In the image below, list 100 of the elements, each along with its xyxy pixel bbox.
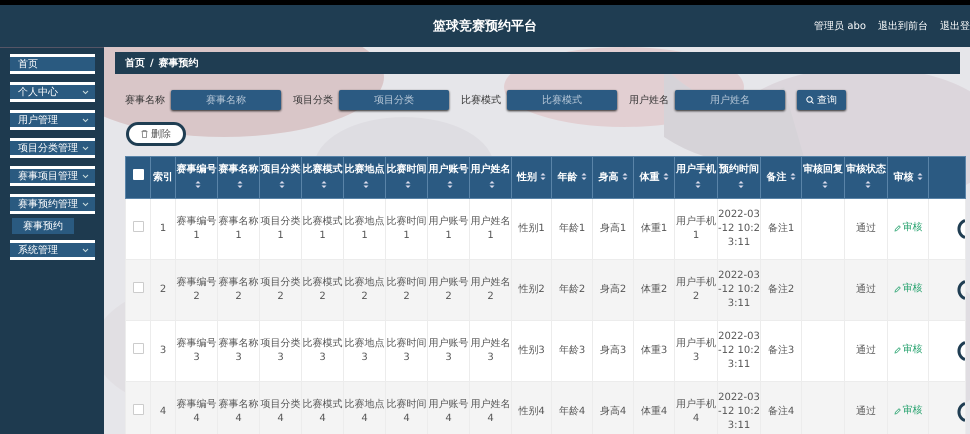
sort-icon[interactable] [580, 172, 586, 182]
table-cell: 身高4 [600, 405, 626, 419]
header-cell[interactable]: 比赛地点 [344, 156, 386, 198]
sidebar-subitem[interactable]: 赛事预约 [12, 218, 74, 234]
sidebar-item[interactable]: 赛事项目管理 [10, 166, 95, 186]
header-cell[interactable]: 用户手机 [674, 156, 718, 198]
sidebar-item[interactable]: 赛事预约管理 [10, 194, 95, 214]
table-cell: 赛事名称3 [218, 337, 259, 365]
header-link[interactable]: 管理员 abo [814, 19, 866, 33]
search-field[interactable]: 赛事名称 [171, 90, 281, 110]
sidebar-item[interactable]: 用户管理 [10, 110, 95, 130]
sort-icon[interactable] [237, 180, 243, 190]
table-cell: 赛事名称4 [218, 398, 259, 426]
checkbox[interactable] [132, 404, 144, 415]
table-cell: 年龄4 [558, 405, 586, 419]
table-cell: 备注2 [768, 283, 794, 297]
sort-icon[interactable] [790, 172, 796, 182]
header-cell[interactable]: 赛事名称 [218, 156, 260, 198]
header-link[interactable]: 退出到前台 [878, 19, 928, 33]
sort-icon[interactable] [405, 180, 411, 190]
column-header: 用户姓名 [470, 164, 510, 174]
chevron-down-icon [82, 174, 89, 178]
sort-icon[interactable] [864, 180, 870, 190]
breadcrumb-text: / [150, 58, 154, 68]
table-cell: 用户账号3 [428, 337, 469, 365]
header-cell[interactable]: 审核回复 [802, 156, 844, 198]
table-cell: 4 [160, 405, 166, 419]
header-cell[interactable]: 体重 [634, 156, 674, 198]
header-cell[interactable]: 索引 [150, 156, 176, 198]
table-cell: 用户姓名3 [470, 337, 511, 365]
sort-icon[interactable] [540, 172, 546, 182]
sort-icon[interactable] [447, 180, 453, 190]
column-header: 审核回复 [803, 164, 843, 174]
sort-icon[interactable] [822, 180, 828, 190]
sort-icon[interactable] [489, 180, 495, 190]
header-cell[interactable]: 预约时间 [718, 156, 760, 198]
header-cell[interactable]: 审核状态 [844, 156, 888, 198]
sort-icon[interactable] [321, 180, 327, 190]
sidebar-item[interactable]: 系统管理 [10, 240, 95, 260]
sort-icon[interactable] [738, 180, 744, 190]
checkbox[interactable] [132, 343, 144, 354]
header-cell[interactable]: 身高 [592, 156, 634, 198]
column-header: 用户手机 [676, 164, 716, 174]
table-cell: 比赛时间3 [386, 337, 427, 365]
search-field[interactable]: 项目分类 [339, 90, 449, 110]
column-header: 比赛时间 [386, 164, 426, 174]
table-cell: 体重3 [640, 344, 668, 358]
table-cell: 2022-03-12 10:23:11 [718, 330, 760, 372]
column-header: 索引 [153, 172, 173, 182]
column-header: 赛事名称 [218, 164, 258, 174]
header-cell[interactable]: 赛事编号 [176, 156, 218, 198]
table-cell: 备注4 [768, 405, 794, 419]
sort-icon[interactable] [279, 180, 285, 190]
header-cell[interactable]: 项目分类 [260, 156, 302, 198]
header-link[interactable]: 退出登 [940, 19, 970, 33]
checkbox[interactable] [132, 282, 144, 293]
checkbox[interactable] [132, 221, 144, 232]
sidebar-item[interactable]: 首页 [10, 54, 95, 74]
search-icon [806, 96, 814, 104]
header-cell[interactable]: 比赛时间 [386, 156, 428, 198]
column-header: 比赛模式 [302, 164, 342, 174]
table-cell: 2 [160, 283, 166, 297]
column-header: 体重 [640, 172, 660, 182]
sort-icon[interactable] [195, 180, 201, 190]
breadcrumb-text[interactable]: 首页 [125, 56, 145, 70]
header-cell[interactable]: 备注 [760, 156, 802, 198]
header-cell[interactable]: 比赛模式 [302, 156, 344, 198]
header-cell[interactable]: 用户姓名 [470, 156, 512, 198]
table-cell: 用户手机3 [675, 337, 717, 365]
table-cell: 比赛地点1 [344, 215, 385, 243]
table-cell: 备注1 [768, 222, 794, 236]
table-cell: 比赛模式4 [302, 398, 343, 426]
chevron-down-icon [82, 118, 89, 122]
header-cell[interactable]: 年龄 [552, 156, 592, 198]
sidebar-item[interactable]: 个人中心 [10, 82, 95, 102]
sort-icon[interactable] [694, 180, 700, 190]
table-cell: 比赛模式2 [302, 276, 343, 304]
column-header: 性别 [517, 172, 537, 182]
table-cell: 项目分类1 [260, 215, 301, 243]
delete-button[interactable]: 删除 [126, 122, 186, 146]
column-header: 赛事编号 [176, 164, 216, 174]
field-label: 比赛模式 [461, 94, 501, 107]
chevron-down-icon [82, 202, 89, 206]
sort-icon[interactable] [662, 172, 668, 182]
search-field[interactable]: 用户姓名 [675, 90, 785, 110]
header-cell[interactable]: 用户账号 [428, 156, 470, 198]
header-cell[interactable]: 审核 [888, 156, 928, 198]
sort-icon[interactable] [622, 172, 628, 182]
search-button[interactable]: 查询 [797, 90, 846, 110]
sort-icon[interactable] [363, 180, 369, 190]
table-cell: 身高2 [600, 283, 626, 297]
column-header: 预约时间 [719, 164, 759, 174]
chevron-down-icon [82, 248, 89, 252]
table-cell: 2022-03-12 10:23:11 [718, 391, 760, 433]
search-field[interactable]: 比赛模式 [507, 90, 617, 110]
table-cell: 用户账号4 [428, 398, 469, 426]
sidebar-item[interactable]: 项目分类管理 [10, 138, 95, 158]
sort-icon[interactable] [916, 172, 922, 182]
header-cell[interactable]: 性别 [512, 156, 552, 198]
table-cell: 1 [160, 222, 166, 236]
